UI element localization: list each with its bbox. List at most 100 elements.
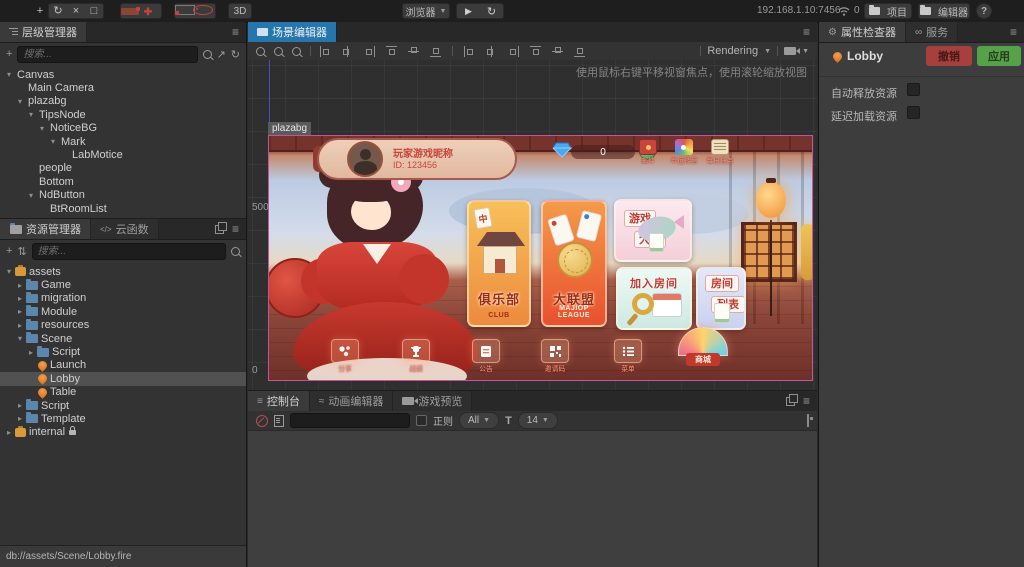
search-icon[interactable] (231, 247, 240, 256)
game-top-button[interactable]: 幸运转盘 (667, 139, 701, 167)
canvas-corner-icon[interactable] (175, 2, 193, 20)
tree-node[interactable]: ▸Module (0, 305, 246, 318)
align-icon-12[interactable] (574, 46, 585, 57)
tree-node[interactable]: Launch (0, 359, 246, 372)
rect-tool-button[interactable]: □ (85, 3, 103, 19)
console-content[interactable] (248, 431, 817, 567)
log-level-dropdown[interactable]: All▼ (459, 412, 499, 429)
coordinate-icon[interactable]: ✚ (139, 2, 157, 20)
tree-node[interactable]: ▸migration (0, 292, 246, 305)
tree-node[interactable]: ▾plazabg (0, 95, 246, 108)
tree-node[interactable]: Main Camera (0, 81, 246, 94)
tree-node[interactable]: Lobby (0, 372, 246, 385)
tree-node[interactable]: ▸Script (0, 399, 246, 412)
chevron-down-icon[interactable]: ▼ (764, 48, 771, 55)
tab-services[interactable]: ∞ 服务 (906, 22, 958, 42)
apply-button[interactable]: 应用 (977, 46, 1021, 66)
league-card[interactable]: 大联盟MAJIOP LEAGUE (541, 200, 607, 327)
collapse-icon[interactable]: ▸ (26, 348, 36, 357)
align-icon-8[interactable] (486, 46, 497, 57)
add-asset-button[interactable]: + (6, 245, 12, 257)
tree-node[interactable]: BtRoomList (0, 202, 246, 215)
align-icon-3[interactable] (364, 46, 375, 57)
collapse-icon[interactable]: ▸ (15, 401, 25, 410)
canvas-selection-frame[interactable]: 玩家游戏昵称 ID: 123456 0 + 邮件幸运转盘每日任务 中俱乐部CLU… (268, 135, 813, 381)
tree-node[interactable]: LabMotice (0, 148, 246, 161)
refresh-icon[interactable]: ↻ (231, 48, 240, 61)
collapse-icon[interactable]: ▸ (15, 294, 25, 303)
tree-node[interactable]: Bottom (0, 175, 246, 188)
align-icon-10[interactable] (530, 46, 541, 57)
zoom-out-icon[interactable] (256, 47, 265, 56)
tab-console[interactable]: ≡控制台 (248, 391, 310, 411)
expand-icon[interactable]: ▾ (48, 137, 58, 146)
expand-icon[interactable]: ▾ (4, 267, 14, 276)
tree-node[interactable]: ▾assets (0, 265, 246, 278)
panel-menu-icon[interactable]: ≡ (803, 22, 810, 42)
refresh-button[interactable]: ↻ (480, 5, 503, 18)
game-top-button[interactable]: 每日任务 (703, 139, 737, 167)
collapse-icon[interactable]: ▸ (15, 307, 25, 316)
font-size-dropdown[interactable]: 14▼ (518, 412, 558, 429)
selected-node-tag[interactable]: plazabg (268, 122, 311, 135)
camera-view-icon[interactable] (784, 47, 796, 55)
tab-scene-editor[interactable]: 场景编辑器 (248, 22, 337, 42)
zoom-in-icon[interactable] (274, 47, 283, 56)
pivot-icon[interactable] (121, 2, 139, 20)
tree-node[interactable]: ▾NdButton (0, 189, 246, 202)
scale-tool-button[interactable]: × (67, 3, 85, 19)
shop-button[interactable]: 商城 (671, 327, 735, 366)
announcement-button[interactable]: 公告 (471, 339, 501, 375)
expand-icon[interactable]: ▾ (37, 124, 47, 133)
chevron-down-icon[interactable]: ▼ (802, 48, 809, 55)
tab-cloud-function[interactable]: </> 云函数 (91, 219, 159, 239)
popout-icon[interactable] (215, 225, 224, 234)
align-icon-7[interactable] (464, 46, 475, 57)
popout-icon[interactable] (786, 397, 795, 406)
locate-node-icon[interactable]: ↗ (217, 48, 226, 61)
expand-icon[interactable]: ▾ (15, 334, 25, 343)
tree-node[interactable]: ▾TipsNode (0, 108, 246, 121)
share-button[interactable]: 分享 (330, 339, 360, 375)
tab-hierarchy[interactable]: 层级管理器 (0, 22, 87, 42)
game-top-button[interactable]: 邮件 (631, 139, 665, 167)
align-icon-9[interactable] (508, 46, 519, 57)
tree-node[interactable]: ▸Game (0, 278, 246, 291)
tree-node[interactable]: ▾Scene (0, 332, 246, 345)
game-hall-card[interactable]: 游戏大厅 (614, 199, 692, 262)
clear-log-icon[interactable] (256, 415, 268, 427)
tree-node[interactable]: ▸resources (0, 319, 246, 332)
expand-icon[interactable]: ▾ (26, 191, 36, 200)
tab-assets[interactable]: 资源管理器 (0, 219, 91, 239)
hierarchy-search-input[interactable] (17, 46, 197, 63)
help-button[interactable]: ? (976, 3, 992, 19)
collapse-icon[interactable]: ▸ (15, 281, 25, 290)
tab-animation-editor[interactable]: ≈动画编辑器 (310, 391, 394, 411)
align-icon-5[interactable] (408, 46, 419, 57)
panel-menu-icon[interactable]: ≡ (803, 391, 810, 411)
play-button[interactable]: ▶ (457, 6, 480, 17)
canvas-center-icon[interactable] (193, 2, 211, 20)
search-icon[interactable] (203, 50, 212, 59)
open-project-button[interactable]: 项目 (864, 3, 912, 19)
scene-viewport[interactable]: 使用鼠标右键平移视窗焦点，使用滚轮缩放视图 plazabg (248, 60, 817, 390)
tab-game-preview[interactable]: 游戏预览 (393, 391, 472, 411)
panel-menu-icon[interactable]: ≡ (232, 22, 239, 42)
align-icon-2[interactable] (342, 46, 353, 57)
collapse-icon[interactable]: ▸ (4, 428, 14, 437)
zoom-reset-icon[interactable] (292, 47, 301, 56)
revert-button[interactable]: 撤销 (926, 46, 972, 66)
tab-inspector[interactable]: ⚙ 属性检查器 (819, 22, 906, 42)
menu-button[interactable]: 菜单 (613, 339, 643, 375)
collapse-icon[interactable]: ▸ (15, 414, 25, 423)
invite-code-button[interactable]: 邀请码 (540, 339, 570, 375)
align-icon-6[interactable] (430, 46, 441, 57)
join-room-card[interactable]: 加入房间 (616, 267, 692, 330)
open-editor-button[interactable]: 编辑器 (918, 3, 970, 19)
tree-node[interactable]: ▾NoticeBG (0, 122, 246, 135)
regex-checkbox[interactable] (416, 415, 427, 426)
sort-icon[interactable]: ⇅ (17, 245, 26, 258)
open-log-file-icon[interactable] (274, 415, 284, 427)
panel-menu-icon[interactable]: ≡ (1010, 22, 1017, 42)
console-filter-input[interactable] (290, 413, 410, 428)
